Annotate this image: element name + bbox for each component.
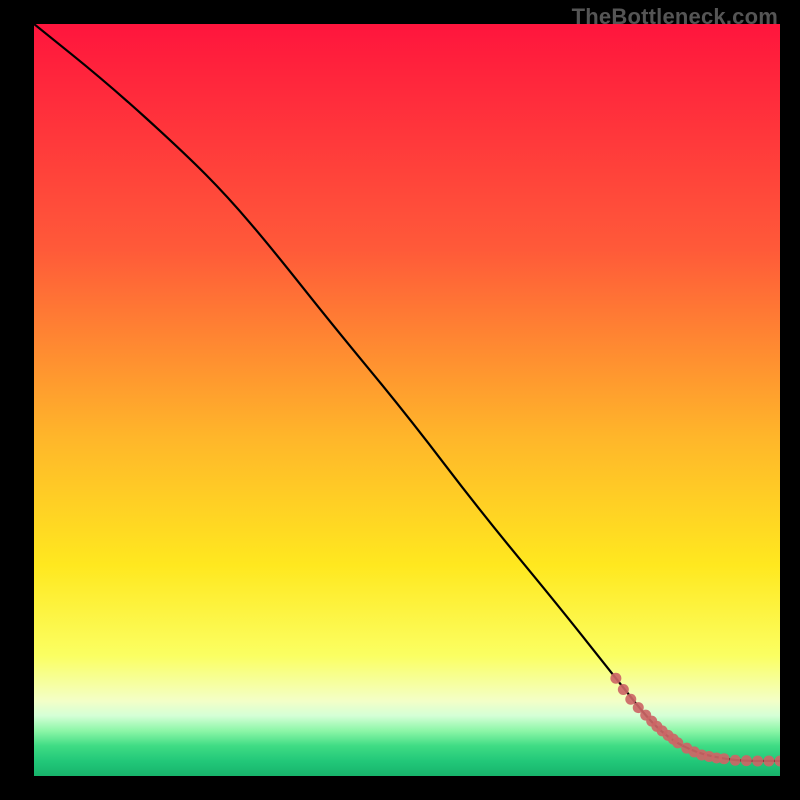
gradient-background xyxy=(34,24,780,776)
data-point xyxy=(752,755,763,766)
chart-frame: TheBottleneck.com xyxy=(0,0,800,800)
data-point xyxy=(730,755,741,766)
data-point xyxy=(610,673,621,684)
data-point xyxy=(763,755,774,766)
data-point xyxy=(618,684,629,695)
data-point xyxy=(625,694,636,705)
data-point xyxy=(719,753,730,764)
data-point xyxy=(741,755,752,766)
plot-area xyxy=(34,24,780,776)
chart-svg xyxy=(34,24,780,776)
attribution-text: TheBottleneck.com xyxy=(572,4,778,30)
